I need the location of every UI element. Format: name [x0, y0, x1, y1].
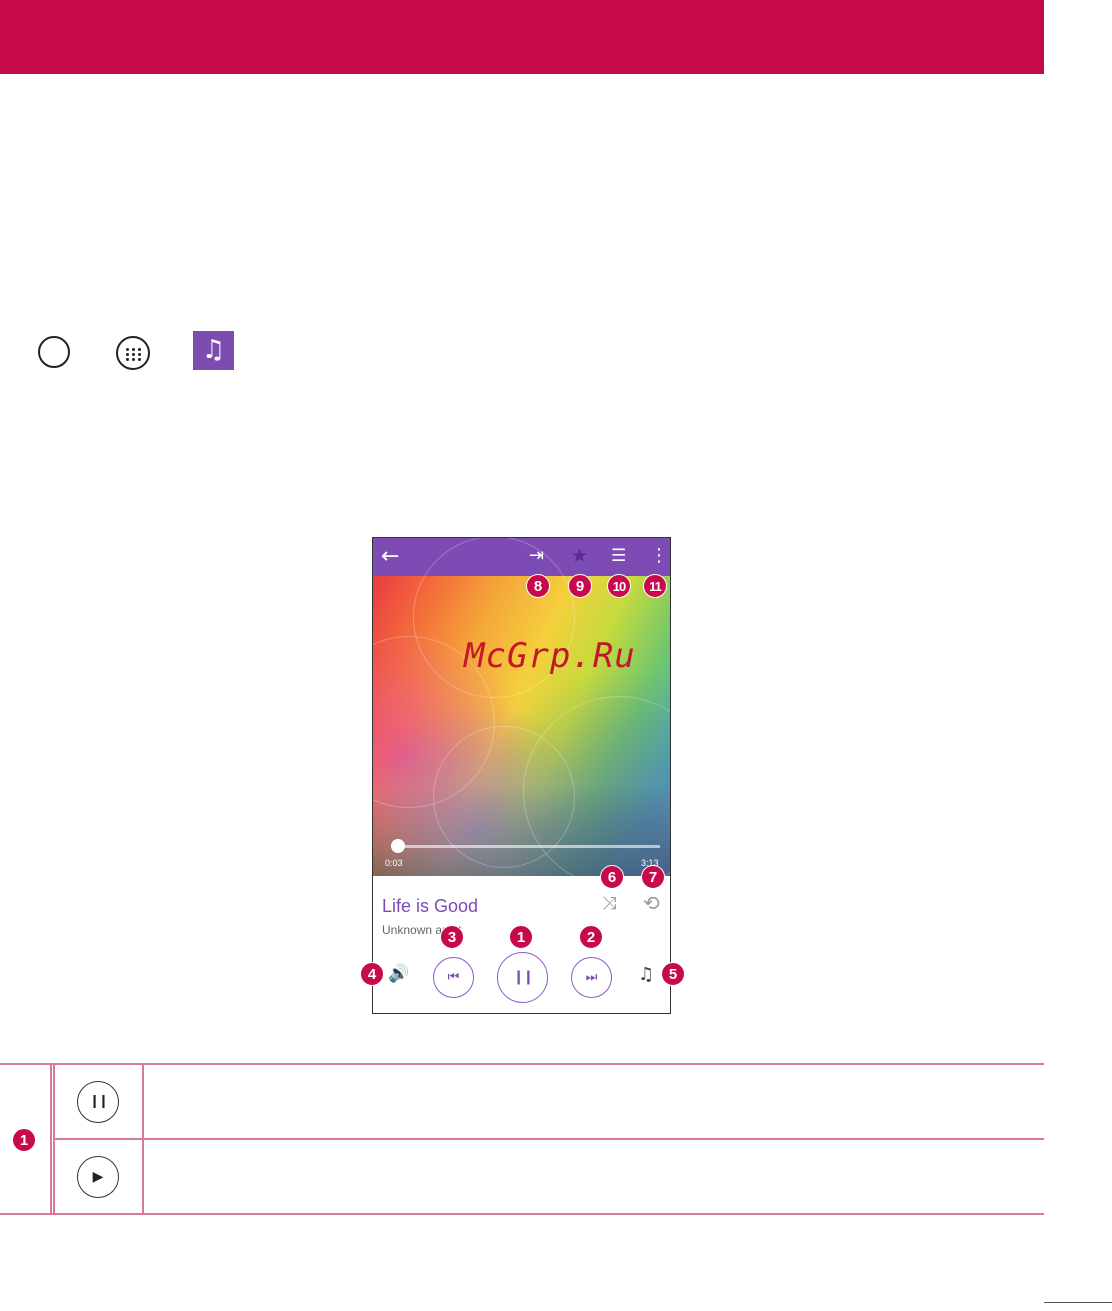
chapter-header-band [0, 0, 1044, 74]
callout-1: 1 [509, 925, 533, 949]
callout-8: 8 [526, 574, 550, 598]
next-icon: ⏭ [585, 970, 598, 985]
table-col-divider-2 [142, 1064, 144, 1214]
table-col-divider-1b [53, 1064, 55, 1214]
more-options-icon[interactable]: ⋮ [650, 544, 668, 568]
shuffle-icon[interactable]: ⤨ [602, 893, 616, 914]
callout-2: 2 [579, 925, 603, 949]
previous-button[interactable]: ⏮ [433, 957, 474, 998]
next-button[interactable]: ⏭ [571, 957, 612, 998]
elapsed-time: 0:03 [385, 858, 403, 868]
page-number-rule [1044, 1302, 1112, 1303]
table-play-icon: ▶ [77, 1156, 119, 1198]
apps-icon[interactable] [116, 336, 150, 370]
repeat-icon[interactable]: ⟲ [643, 891, 660, 915]
callout-4: 4 [360, 962, 384, 986]
pause-button[interactable]: ❙❙ [497, 952, 548, 1003]
table-col-divider-1 [50, 1064, 52, 1214]
pause-icon: ❙❙ [512, 969, 535, 985]
table-pause-icon: ❙❙ [77, 1081, 119, 1123]
callout-3: 3 [440, 925, 464, 949]
home-icon[interactable] [38, 336, 70, 368]
callout-5: 5 [661, 962, 685, 986]
table-top-border [0, 1063, 1044, 1065]
callout-10: 10 [607, 574, 631, 598]
volume-icon[interactable]: 🔊 [388, 964, 409, 984]
music-app-icon[interactable]: ♫ [193, 331, 234, 370]
previous-icon: ⏮ [447, 970, 460, 985]
album-art: 0:03 3:13 [373, 538, 670, 888]
favorite-star-icon[interactable]: ★ [571, 544, 588, 568]
playlist-icon[interactable]: ☰ [611, 544, 626, 568]
table-bottom-border [0, 1213, 1044, 1215]
callout-7: 7 [641, 865, 665, 889]
table-row-divider [53, 1138, 1044, 1140]
song-title: Life is Good [382, 896, 479, 916]
table-row-number: 1 [12, 1128, 36, 1152]
lyrics-icon[interactable]: ♫ [638, 964, 654, 985]
callout-11: 11 [643, 574, 667, 598]
callout-9: 9 [568, 574, 592, 598]
seek-bar[interactable] [393, 845, 660, 848]
watermark: McGrp.Ru [464, 636, 636, 676]
back-arrow-icon[interactable]: ← [381, 544, 399, 570]
callout-6: 6 [600, 865, 624, 889]
